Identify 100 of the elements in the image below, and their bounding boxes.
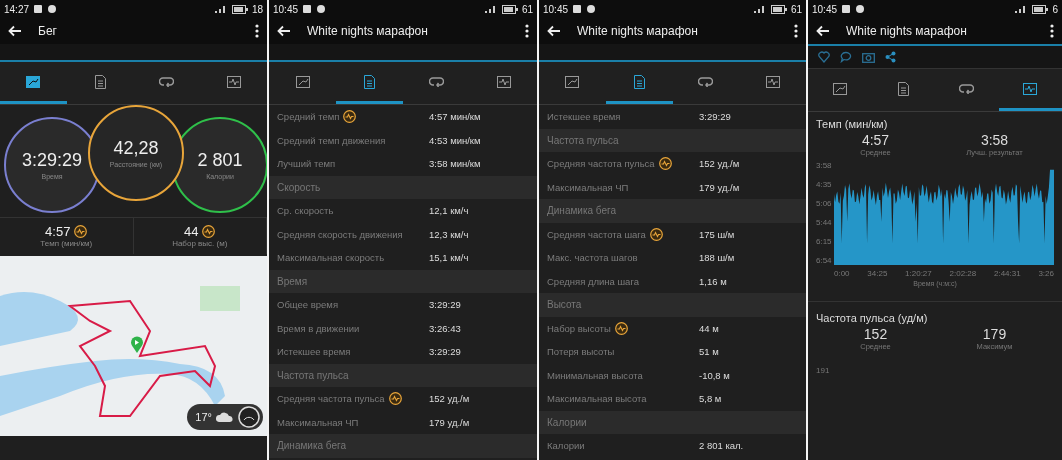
battery-level: 6 (1052, 3, 1058, 15)
metric-value: -10,8 м (699, 369, 730, 381)
metric-value: 4:53 мин/км (429, 134, 481, 146)
metric-label: Средняя длина шага (547, 275, 639, 287)
stat-value: 152 (863, 326, 888, 342)
chart-icon (565, 75, 580, 88)
notification-icon (316, 4, 327, 14)
weather-chip[interactable]: 17° (187, 404, 263, 430)
back-arrow-icon[interactable] (8, 25, 22, 37)
signal-icon (752, 4, 767, 14)
loop-icon (959, 83, 975, 94)
share-icon[interactable] (885, 51, 896, 63)
chart-title: Частота пульса (уд/м) (816, 312, 929, 324)
notification-icon (586, 4, 597, 14)
metric-value: 188 ш/м (699, 252, 735, 264)
notification-icon (302, 4, 313, 14)
pulse-badge-icon (343, 110, 357, 124)
metric-label: Истекшее время (547, 111, 621, 123)
metric-value: 1,16 м (699, 275, 727, 287)
axis-tick-label: 0:00 (834, 269, 850, 278)
metric-label: Средний темп (277, 111, 340, 123)
pulse-icon (226, 75, 241, 88)
metric-value: 3:26:43 (429, 322, 461, 334)
metric-label: Средняя скорость движения (277, 228, 403, 240)
pulse-badge-icon (649, 227, 663, 241)
menu-icon[interactable] (525, 24, 529, 38)
stat-value: 2 801 (197, 150, 243, 171)
document-icon (364, 74, 375, 89)
metric-value: 179 уд./м (429, 416, 470, 428)
metric-label: Максимальная скорость (277, 252, 385, 264)
chart-icon (295, 75, 310, 88)
section-header: Время (269, 269, 537, 293)
metric-label: Средняя частота шага (547, 228, 646, 240)
battery-level: 61 (521, 3, 533, 15)
metric-label: Макс. частота шагов (547, 252, 638, 264)
metric-value: 3:58 мин/км (429, 158, 481, 170)
map-pin-icon (130, 336, 144, 354)
loop-icon (159, 76, 175, 87)
screen-title: Бег (38, 24, 58, 38)
back-arrow-icon[interactable] (277, 25, 291, 37)
battery-level: 18 (251, 3, 263, 15)
metric-label: Максимальная ЧП (277, 416, 359, 428)
axis-tick-label: 191 (816, 366, 830, 375)
metric-value: 152 уд./м (429, 393, 470, 405)
metric-label: Истекшее время (277, 346, 351, 358)
section-header: Динамика бега (539, 199, 806, 223)
gauge-icon (238, 406, 260, 428)
pulse-badge-icon (74, 225, 88, 238)
axis-tick-label: 3:26 (1038, 269, 1054, 278)
metric-label: Время в движении (277, 322, 360, 334)
menu-icon[interactable] (1050, 24, 1054, 38)
screen-title: White nights марафон (307, 24, 429, 38)
section-header: Калории (539, 410, 806, 434)
metric-value: 12,1 км/ч (429, 205, 469, 217)
section-header: Частота пульса (539, 128, 806, 152)
pulse-icon (765, 75, 780, 88)
battery-icon (770, 4, 787, 14)
notification-icon (47, 4, 58, 14)
loop-icon (698, 76, 714, 87)
stat-value: 4:57 (45, 224, 71, 239)
section-header: Динамика бега (269, 434, 537, 458)
metric-value: 15,1 км/ч (429, 252, 469, 264)
menu-icon[interactable] (255, 24, 259, 38)
axis-tick-label: 5:06 (816, 199, 832, 208)
heart-icon[interactable] (818, 51, 830, 63)
metric-label: Лучший темп (277, 158, 336, 170)
screen-title: White nights марафон (846, 24, 968, 38)
signal-icon (213, 4, 228, 14)
status-time: 10:45 (543, 3, 569, 15)
axis-tick-label: 6:15 (816, 237, 832, 246)
battery-icon (1032, 4, 1049, 14)
comment-icon[interactable] (840, 51, 852, 63)
metric-label: Потеря высоты (547, 346, 615, 358)
notification-icon (572, 4, 583, 14)
stat-value: 3:29:29 (21, 150, 83, 171)
metric-value: 3:29:29 (429, 299, 461, 311)
metric-label: Общее время (277, 299, 339, 311)
pulse-badge-icon (614, 321, 628, 335)
temperature: 17° (195, 411, 212, 423)
back-arrow-icon[interactable] (547, 25, 561, 37)
metric-label: Минимальная высота (547, 369, 643, 381)
metric-label: Калории (547, 440, 585, 452)
menu-icon[interactable] (794, 24, 798, 38)
camera-icon[interactable] (862, 51, 875, 63)
stat-value: 42,28 (113, 138, 159, 159)
status-time: 14:27 (4, 3, 30, 15)
chart-title: Темп (мин/км) (816, 118, 889, 130)
axis-tick-label: 3:58 (816, 161, 832, 170)
metric-label: Набор высоты (547, 322, 611, 334)
section-header: Скорость (269, 175, 537, 199)
metric-label: Максимальная высота (547, 393, 647, 405)
metric-value: 44 м (699, 322, 719, 334)
pulse-icon (1023, 82, 1038, 95)
chart-icon (832, 82, 847, 95)
back-arrow-icon[interactable] (816, 25, 830, 37)
status-time: 10:45 (273, 3, 299, 15)
metric-value: 5,8 м (699, 393, 722, 405)
pulse-badge-icon (202, 225, 216, 238)
metric-value: 3:29:29 (429, 346, 461, 358)
notification-icon (855, 4, 866, 14)
